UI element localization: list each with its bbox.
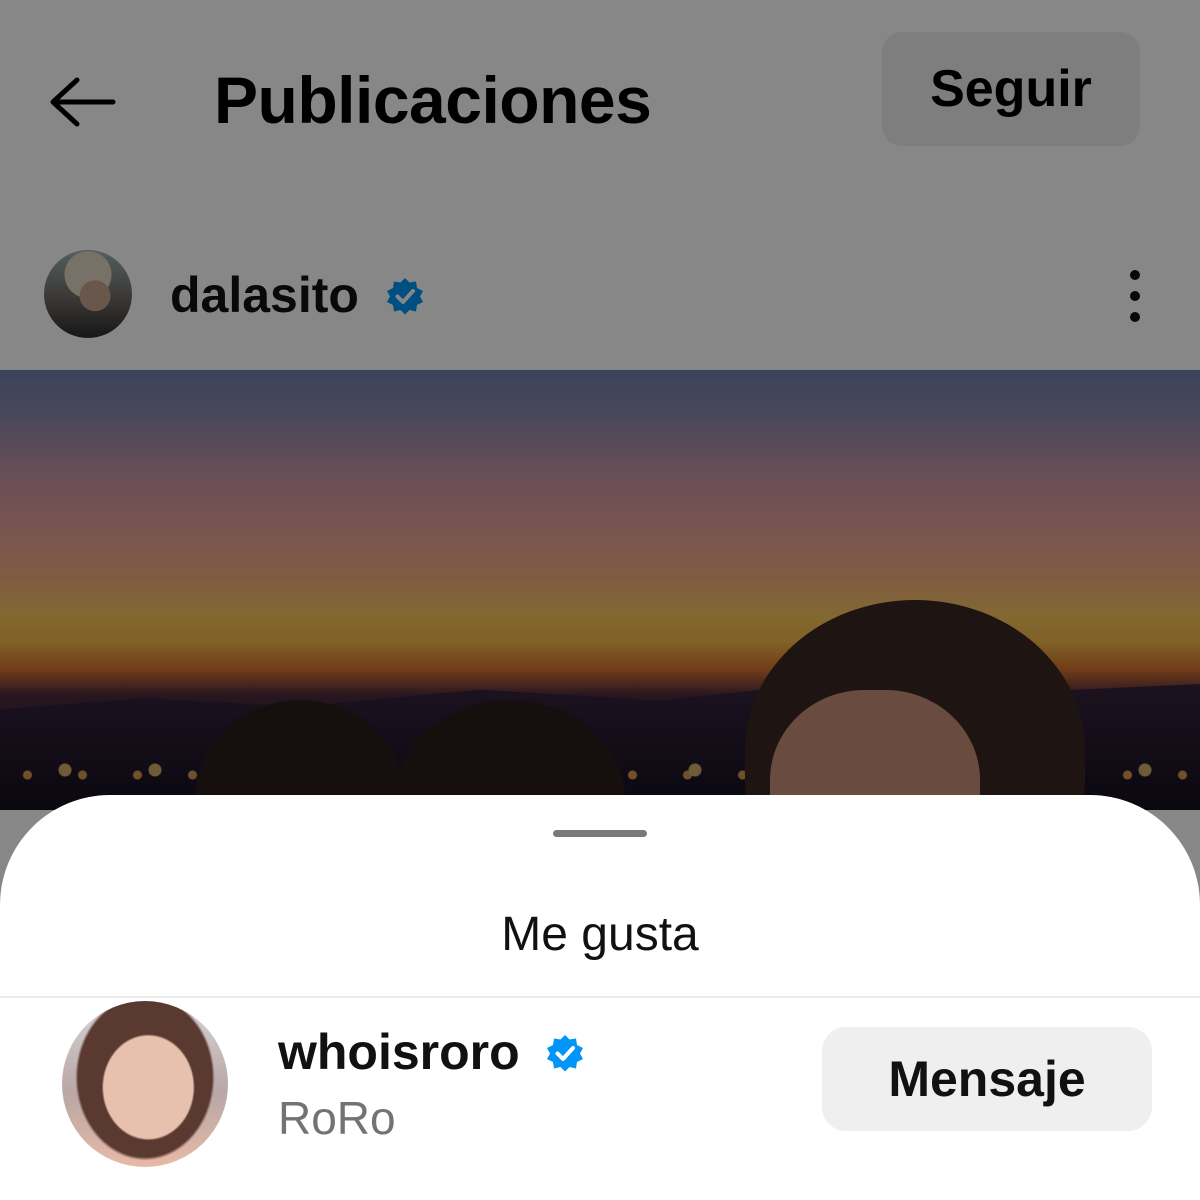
verified-badge-icon	[547, 1035, 583, 1072]
liker-username[interactable]: whoisroro	[278, 1023, 520, 1081]
sheet-title: Me gusta	[501, 908, 699, 961]
message-button[interactable]: Mensaje	[822, 1027, 1152, 1131]
sheet-drag-handle[interactable]	[553, 830, 647, 837]
liker-full-name: RoRo	[278, 1092, 396, 1144]
avatar[interactable]	[62, 1001, 228, 1167]
likes-bottom-sheet: Me gusta whoisroro RoRo Mensaje	[0, 795, 1200, 1200]
list-item[interactable]: whoisroro RoRo Mensaje	[0, 999, 1200, 1179]
divider	[0, 996, 1200, 998]
